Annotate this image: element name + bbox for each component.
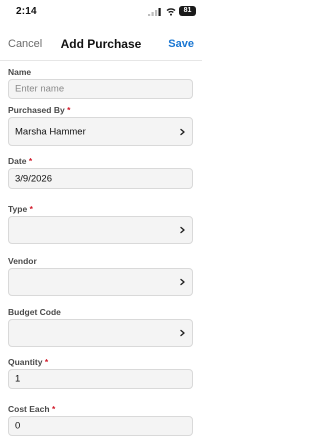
name-label: Name bbox=[8, 67, 32, 77]
required-indicator: * bbox=[44, 357, 49, 367]
required-indicator: * bbox=[51, 404, 56, 414]
date-label: Date * bbox=[8, 156, 33, 166]
wifi-icon bbox=[166, 8, 176, 16]
cost-each-value: 0 bbox=[15, 420, 21, 432]
budget-code-label: Budget Code bbox=[8, 307, 61, 317]
purchased-by-label: Purchased By * bbox=[8, 105, 71, 115]
chevron-right-icon bbox=[180, 329, 185, 337]
purchased-by-select[interactable]: Marsha Hammer bbox=[8, 117, 193, 146]
nav-divider bbox=[0, 60, 202, 61]
chevron-right-icon bbox=[180, 226, 185, 234]
vendor-label: Vendor bbox=[8, 256, 37, 266]
save-button[interactable]: Save bbox=[168, 38, 194, 50]
name-input[interactable]: Enter name bbox=[8, 79, 193, 99]
required-indicator: * bbox=[29, 204, 33, 214]
status-bar: 2:14 81 bbox=[0, 0, 202, 24]
cost-each-input[interactable]: 0 bbox=[8, 416, 193, 436]
required-indicator: * bbox=[28, 156, 33, 166]
vendor-select[interactable] bbox=[8, 268, 193, 296]
name-placeholder: Enter name bbox=[15, 83, 65, 95]
status-time: 2:14 bbox=[16, 6, 37, 17]
required-indicator: * bbox=[67, 105, 71, 115]
chevron-right-icon bbox=[180, 278, 185, 286]
navigation-bar: Cancel Add Purchase Save bbox=[0, 26, 202, 60]
quantity-label: Quantity * bbox=[8, 357, 49, 367]
budget-code-select[interactable] bbox=[8, 319, 193, 347]
quantity-value: 1 bbox=[15, 373, 21, 385]
type-select[interactable] bbox=[8, 216, 193, 244]
battery-icon: 81 bbox=[179, 6, 196, 16]
date-value: 3/9/2026 bbox=[15, 173, 52, 184]
cost-each-label: Cost Each * bbox=[8, 404, 56, 414]
cellular-signal-icon bbox=[148, 8, 161, 16]
chevron-right-icon bbox=[180, 128, 185, 135]
purchased-by-value: Marsha Hammer bbox=[15, 126, 86, 137]
type-label: Type * bbox=[8, 204, 33, 214]
date-input[interactable]: 3/9/2026 bbox=[8, 168, 193, 189]
quantity-input[interactable]: 1 bbox=[8, 369, 193, 389]
